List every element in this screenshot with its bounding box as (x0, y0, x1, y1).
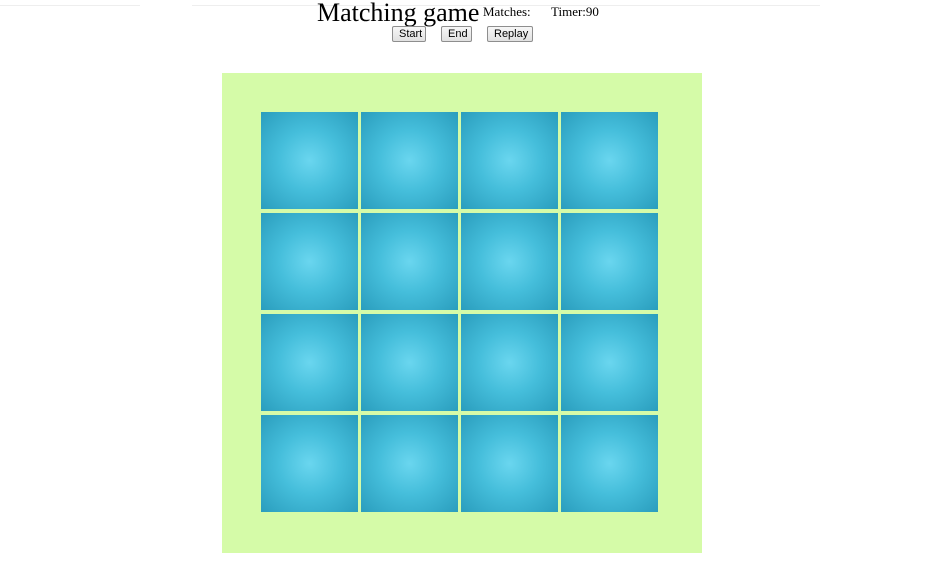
matches-counter: Matches: (483, 4, 531, 19)
card-r4-c3[interactable] (461, 415, 558, 512)
timer-display: Timer:90 (551, 4, 599, 19)
card-r4-c1[interactable] (261, 415, 358, 512)
end-button[interactable]: End (441, 26, 472, 42)
card-grid (261, 112, 661, 512)
card-r1-c1[interactable] (261, 112, 358, 209)
card-r2-c1[interactable] (261, 213, 358, 310)
start-button[interactable]: Start (392, 26, 426, 42)
replay-button[interactable]: Replay (487, 26, 533, 42)
game-board (222, 73, 702, 553)
card-r4-c4[interactable] (561, 415, 658, 512)
card-r3-c2[interactable] (361, 314, 458, 411)
top-divider-left (0, 5, 140, 6)
card-r1-c4[interactable] (561, 112, 658, 209)
card-r3-c1[interactable] (261, 314, 358, 411)
card-r1-c3[interactable] (461, 112, 558, 209)
page-title: Matching game (317, 0, 480, 27)
card-r1-c2[interactable] (361, 112, 458, 209)
card-r3-c4[interactable] (561, 314, 658, 411)
card-r4-c2[interactable] (361, 415, 458, 512)
card-r2-c4[interactable] (561, 213, 658, 310)
card-r2-c3[interactable] (461, 213, 558, 310)
card-r3-c3[interactable] (461, 314, 558, 411)
card-r2-c2[interactable] (361, 213, 458, 310)
